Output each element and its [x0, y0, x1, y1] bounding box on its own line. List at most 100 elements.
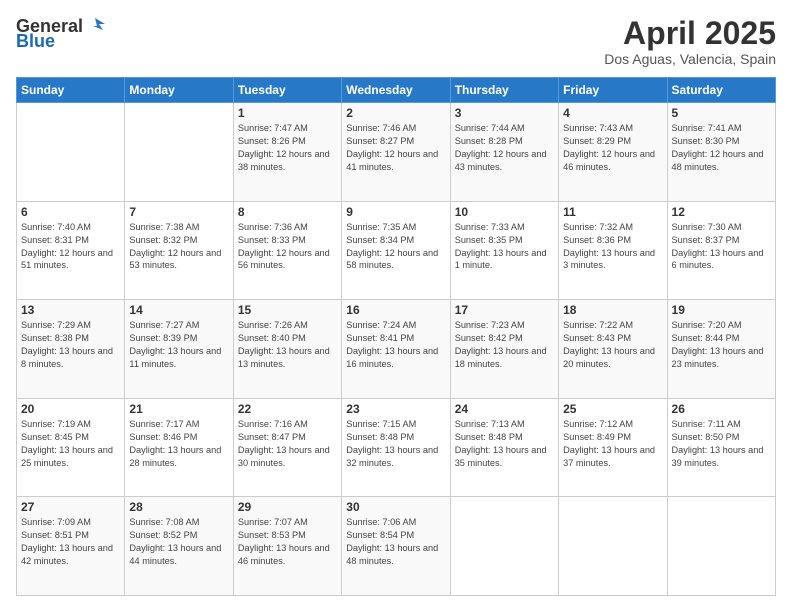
- calendar-cell: 15 Sunrise: 7:26 AMSunset: 8:40 PMDayligh…: [233, 300, 341, 399]
- calendar-week-row: 6 Sunrise: 7:40 AMSunset: 8:31 PMDaylight…: [17, 201, 776, 300]
- calendar-cell: 6 Sunrise: 7:40 AMSunset: 8:31 PMDaylight…: [17, 201, 125, 300]
- day-info: Sunrise: 7:43 AMSunset: 8:29 PMDaylight:…: [563, 122, 662, 174]
- day-number: 3: [455, 106, 554, 120]
- calendar-cell: 11 Sunrise: 7:32 AMSunset: 8:36 PMDayligh…: [559, 201, 667, 300]
- day-number: 4: [563, 106, 662, 120]
- logo-blue-text: Blue: [16, 32, 55, 50]
- calendar-table: SundayMondayTuesdayWednesdayThursdayFrid…: [16, 77, 776, 596]
- day-info: Sunrise: 7:44 AMSunset: 8:28 PMDaylight:…: [455, 122, 554, 174]
- calendar-cell: [559, 497, 667, 596]
- day-number: 1: [238, 106, 337, 120]
- day-number: 24: [455, 402, 554, 416]
- day-info: Sunrise: 7:17 AMSunset: 8:46 PMDaylight:…: [129, 418, 228, 470]
- day-info: Sunrise: 7:26 AMSunset: 8:40 PMDaylight:…: [238, 319, 337, 371]
- calendar-cell: [450, 497, 558, 596]
- day-info: Sunrise: 7:06 AMSunset: 8:54 PMDaylight:…: [346, 516, 445, 568]
- day-info: Sunrise: 7:40 AMSunset: 8:31 PMDaylight:…: [21, 221, 120, 273]
- weekday-header-monday: Monday: [125, 78, 233, 103]
- weekday-header-saturday: Saturday: [667, 78, 775, 103]
- day-number: 25: [563, 402, 662, 416]
- day-info: Sunrise: 7:30 AMSunset: 8:37 PMDaylight:…: [672, 221, 771, 273]
- day-number: 15: [238, 303, 337, 317]
- day-number: 23: [346, 402, 445, 416]
- month-title: April 2025: [604, 16, 776, 51]
- day-info: Sunrise: 7:15 AMSunset: 8:48 PMDaylight:…: [346, 418, 445, 470]
- day-info: Sunrise: 7:29 AMSunset: 8:38 PMDaylight:…: [21, 319, 120, 371]
- calendar-cell: 8 Sunrise: 7:36 AMSunset: 8:33 PMDaylight…: [233, 201, 341, 300]
- weekday-header-tuesday: Tuesday: [233, 78, 341, 103]
- calendar-cell: 27 Sunrise: 7:09 AMSunset: 8:51 PMDayligh…: [17, 497, 125, 596]
- calendar-cell: 24Sunrise: 7:13 AMSunset: 8:48 PMDayligh…: [450, 398, 558, 497]
- calendar-cell: 28Sunrise: 7:08 AMSunset: 8:52 PMDayligh…: [125, 497, 233, 596]
- day-number: 22: [238, 402, 337, 416]
- day-number: 12: [672, 205, 771, 219]
- calendar-cell: 16 Sunrise: 7:24 AMSunset: 8:41 PMDayligh…: [342, 300, 450, 399]
- calendar-week-row: 27 Sunrise: 7:09 AMSunset: 8:51 PMDayligh…: [17, 497, 776, 596]
- day-number: 7: [129, 205, 228, 219]
- calendar-cell: 3 Sunrise: 7:44 AMSunset: 8:28 PMDaylight…: [450, 103, 558, 202]
- day-info: Sunrise: 7:12 AMSunset: 8:49 PMDaylight:…: [563, 418, 662, 470]
- day-number: 8: [238, 205, 337, 219]
- weekday-header-wednesday: Wednesday: [342, 78, 450, 103]
- calendar-cell: 1 Sunrise: 7:47 AMSunset: 8:26 PMDaylight…: [233, 103, 341, 202]
- day-info: Sunrise: 7:16 AMSunset: 8:47 PMDaylight:…: [238, 418, 337, 470]
- day-info: Sunrise: 7:22 AMSunset: 8:43 PMDaylight:…: [563, 319, 662, 371]
- day-info: Sunrise: 7:41 AMSunset: 8:30 PMDaylight:…: [672, 122, 771, 174]
- calendar-cell: 10Sunrise: 7:33 AMSunset: 8:35 PMDayligh…: [450, 201, 558, 300]
- calendar-cell: 21 Sunrise: 7:17 AMSunset: 8:46 PMDayligh…: [125, 398, 233, 497]
- calendar-cell: 23 Sunrise: 7:15 AMSunset: 8:48 PMDayligh…: [342, 398, 450, 497]
- day-info: Sunrise: 7:32 AMSunset: 8:36 PMDaylight:…: [563, 221, 662, 273]
- page: General Blue April 2025 Dos Aguas, Valen…: [0, 0, 792, 612]
- title-section: April 2025 Dos Aguas, Valencia, Spain: [604, 16, 776, 67]
- calendar-week-row: 13 Sunrise: 7:29 AMSunset: 8:38 PMDayligh…: [17, 300, 776, 399]
- day-info: Sunrise: 7:23 AMSunset: 8:42 PMDaylight:…: [455, 319, 554, 371]
- day-number: 30: [346, 500, 445, 514]
- day-number: 11: [563, 205, 662, 219]
- day-info: Sunrise: 7:24 AMSunset: 8:41 PMDaylight:…: [346, 319, 445, 371]
- day-info: Sunrise: 7:09 AMSunset: 8:51 PMDaylight:…: [21, 516, 120, 568]
- calendar-cell: 5 Sunrise: 7:41 AMSunset: 8:30 PMDaylight…: [667, 103, 775, 202]
- calendar-cell: [17, 103, 125, 202]
- day-number: 19: [672, 303, 771, 317]
- calendar-week-row: 20Sunrise: 7:19 AMSunset: 8:45 PMDayligh…: [17, 398, 776, 497]
- weekday-header-row: SundayMondayTuesdayWednesdayThursdayFrid…: [17, 78, 776, 103]
- day-info: Sunrise: 7:35 AMSunset: 8:34 PMDaylight:…: [346, 221, 445, 273]
- calendar-cell: 29Sunrise: 7:07 AMSunset: 8:53 PMDayligh…: [233, 497, 341, 596]
- day-number: 17: [455, 303, 554, 317]
- day-number: 28: [129, 500, 228, 514]
- calendar-cell: 7 Sunrise: 7:38 AMSunset: 8:32 PMDaylight…: [125, 201, 233, 300]
- day-number: 6: [21, 205, 120, 219]
- weekday-header-thursday: Thursday: [450, 78, 558, 103]
- calendar-week-row: 1 Sunrise: 7:47 AMSunset: 8:26 PMDaylight…: [17, 103, 776, 202]
- calendar-cell: 4 Sunrise: 7:43 AMSunset: 8:29 PMDaylight…: [559, 103, 667, 202]
- day-info: Sunrise: 7:38 AMSunset: 8:32 PMDaylight:…: [129, 221, 228, 273]
- weekday-header-friday: Friday: [559, 78, 667, 103]
- day-number: 9: [346, 205, 445, 219]
- calendar-cell: 13 Sunrise: 7:29 AMSunset: 8:38 PMDayligh…: [17, 300, 125, 399]
- day-info: Sunrise: 7:07 AMSunset: 8:53 PMDaylight:…: [238, 516, 337, 568]
- day-info: Sunrise: 7:20 AMSunset: 8:44 PMDaylight:…: [672, 319, 771, 371]
- day-info: Sunrise: 7:47 AMSunset: 8:26 PMDaylight:…: [238, 122, 337, 174]
- day-info: Sunrise: 7:27 AMSunset: 8:39 PMDaylight:…: [129, 319, 228, 371]
- day-number: 21: [129, 402, 228, 416]
- calendar-cell: 12 Sunrise: 7:30 AMSunset: 8:37 PMDayligh…: [667, 201, 775, 300]
- day-number: 20: [21, 402, 120, 416]
- location: Dos Aguas, Valencia, Spain: [604, 51, 776, 67]
- day-info: Sunrise: 7:36 AMSunset: 8:33 PMDaylight:…: [238, 221, 337, 273]
- logo: General Blue: [16, 16, 107, 50]
- header: General Blue April 2025 Dos Aguas, Valen…: [16, 16, 776, 67]
- calendar-cell: 18Sunrise: 7:22 AMSunset: 8:43 PMDayligh…: [559, 300, 667, 399]
- calendar-cell: 22 Sunrise: 7:16 AMSunset: 8:47 PMDayligh…: [233, 398, 341, 497]
- day-number: 27: [21, 500, 120, 514]
- calendar-cell: [125, 103, 233, 202]
- calendar-cell: 2Sunrise: 7:46 AMSunset: 8:27 PMDaylight…: [342, 103, 450, 202]
- day-number: 5: [672, 106, 771, 120]
- day-number: 2: [346, 106, 445, 120]
- calendar-cell: 30 Sunrise: 7:06 AMSunset: 8:54 PMDayligh…: [342, 497, 450, 596]
- day-number: 13: [21, 303, 120, 317]
- day-number: 16: [346, 303, 445, 317]
- weekday-header-sunday: Sunday: [17, 78, 125, 103]
- day-info: Sunrise: 7:33 AMSunset: 8:35 PMDaylight:…: [455, 221, 554, 273]
- day-info: Sunrise: 7:11 AMSunset: 8:50 PMDaylight:…: [672, 418, 771, 470]
- calendar-cell: 19 Sunrise: 7:20 AMSunset: 8:44 PMDayligh…: [667, 300, 775, 399]
